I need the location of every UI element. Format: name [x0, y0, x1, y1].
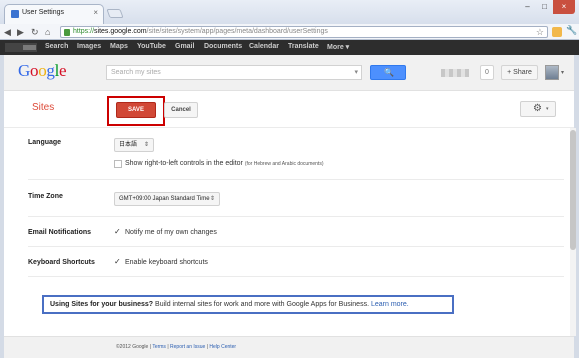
account-name[interactable]	[441, 69, 469, 77]
divider	[28, 246, 564, 247]
terms-link[interactable]: Terms	[152, 344, 166, 350]
browser-toolbar: ◀ ▶ ↻ ⌂ https://sites.google.com/site/si…	[0, 24, 579, 40]
scrollbar[interactable]	[570, 128, 576, 336]
new-tab-button[interactable]	[106, 9, 124, 18]
avatar[interactable]	[545, 65, 559, 80]
google-bar: Search Images Maps YouTube Gmail Documen…	[0, 40, 579, 55]
timezone-select[interactable]: GMT+09:00 Japan Standard Time ⇕	[114, 192, 220, 206]
search-dropdown-icon[interactable]: ▾	[354, 68, 358, 76]
tab-title: User Settings	[22, 9, 65, 16]
timezone-label: Time Zone	[28, 193, 63, 200]
page-content: Google Search my sites ▾ 🔍 0 + Share ▾ S…	[4, 55, 576, 358]
chevron-down-icon: ▾	[546, 106, 549, 112]
gbar-item-youtube[interactable]: YouTube	[137, 43, 166, 50]
sites-title[interactable]: Sites	[32, 102, 54, 113]
learn-more-link[interactable]: Learn more.	[371, 301, 409, 308]
keyboard-shortcuts-label: Keyboard Shortcuts	[28, 259, 95, 266]
gear-icon: ⚙	[533, 103, 542, 114]
search-input[interactable]: Search my sites ▾	[106, 65, 362, 80]
save-button[interactable]: SAVE	[116, 102, 156, 118]
browser-tab[interactable]: User Settings ×	[4, 4, 104, 24]
google-header: Google Search my sites ▾ 🔍 0 + Share ▾	[4, 55, 574, 91]
settings-gear-button[interactable]: ⚙ ▾	[520, 101, 556, 117]
gbar-plus-item[interactable]	[5, 43, 37, 52]
minimize-button[interactable]: –	[519, 0, 536, 14]
url-text: https://sites.google.com/site/sites/syst…	[73, 28, 328, 35]
email-checkbox[interactable]: ✓	[114, 228, 121, 236]
help-center-link[interactable]: Help Center	[209, 344, 236, 350]
gbar-item-translate[interactable]: Translate	[288, 43, 319, 50]
email-option-label: Notify me of my own changes	[125, 229, 217, 236]
window-controls: – □ ×	[519, 0, 575, 14]
search-button[interactable]: 🔍	[370, 65, 406, 80]
window-titlebar: User Settings × – □ ×	[0, 0, 579, 24]
magnifier-icon: 🔍	[384, 68, 394, 77]
language-value: 日本語	[119, 142, 138, 148]
google-logo[interactable]: Google	[18, 61, 67, 81]
gbar-item-gmail[interactable]: Gmail	[175, 43, 194, 50]
notification-count[interactable]: 0	[480, 65, 494, 80]
logo-letter: e	[59, 61, 67, 80]
divider	[4, 127, 574, 128]
search-placeholder: Search my sites	[111, 69, 161, 76]
address-bar[interactable]: https://sites.google.com/site/sites/syst…	[60, 26, 548, 38]
sites-favicon-icon	[11, 10, 19, 18]
gbar-item-calendar[interactable]: Calendar	[249, 43, 279, 50]
business-promo-banner: Using Sites for your business? Build int…	[42, 295, 454, 314]
divider	[28, 276, 564, 277]
cancel-button[interactable]: Cancel	[164, 102, 198, 118]
divider	[28, 216, 564, 217]
tab-close-icon[interactable]: ×	[93, 8, 98, 17]
logo-letter: g	[46, 61, 55, 80]
forward-icon[interactable]: ▶	[17, 26, 24, 38]
banner-text: Using Sites for your business? Build int…	[50, 301, 409, 308]
rtl-label: Show right-to-left controls in the edito…	[125, 160, 324, 167]
close-window-button[interactable]: ×	[553, 0, 575, 14]
reload-icon[interactable]: ↻	[31, 26, 39, 38]
footer-text: ©2012 Google | Terms | Report an Issue |…	[116, 344, 237, 350]
gbar-item-search[interactable]: Search	[45, 43, 68, 50]
logo-letter: G	[18, 61, 30, 80]
shortcuts-option-label: Enable keyboard shortcuts	[125, 259, 208, 266]
gbar-item-documents[interactable]: Documents	[204, 43, 242, 50]
scrollbar-thumb[interactable]	[570, 130, 576, 250]
language-label: Language	[28, 139, 62, 146]
back-icon[interactable]: ◀	[4, 26, 11, 38]
select-arrows-icon: ⇕	[143, 142, 149, 148]
share-button[interactable]: + Share	[501, 65, 538, 80]
gbar-item-more[interactable]: More ▾	[327, 43, 349, 51]
logo-letter: o	[29, 61, 39, 80]
lock-icon	[64, 29, 70, 36]
shortcuts-checkbox[interactable]: ✓	[114, 258, 121, 266]
extension-icon[interactable]	[552, 27, 562, 37]
language-select[interactable]: 日本語 ⇕	[114, 138, 154, 152]
avatar-caret-icon[interactable]: ▾	[561, 69, 564, 76]
timezone-value: GMT+09:00 Japan Standard Time	[119, 196, 210, 202]
home-icon[interactable]: ⌂	[45, 26, 50, 38]
wrench-menu-icon[interactable]: 🔧	[566, 25, 577, 36]
page-footer: ©2012 Google | Terms | Report an Issue |…	[4, 336, 574, 358]
select-arrows-icon: ⇕	[209, 196, 215, 202]
rtl-checkbox[interactable]	[114, 160, 122, 168]
gbar-item-maps[interactable]: Maps	[110, 43, 128, 50]
gbar-item-images[interactable]: Images	[77, 43, 101, 50]
report-issue-link[interactable]: Report an Issue	[170, 344, 205, 350]
maximize-button[interactable]: □	[536, 0, 553, 14]
email-notifications-label: Email Notifications	[28, 229, 92, 236]
bookmark-star-icon[interactable]: ☆	[536, 27, 544, 38]
divider	[28, 179, 564, 180]
